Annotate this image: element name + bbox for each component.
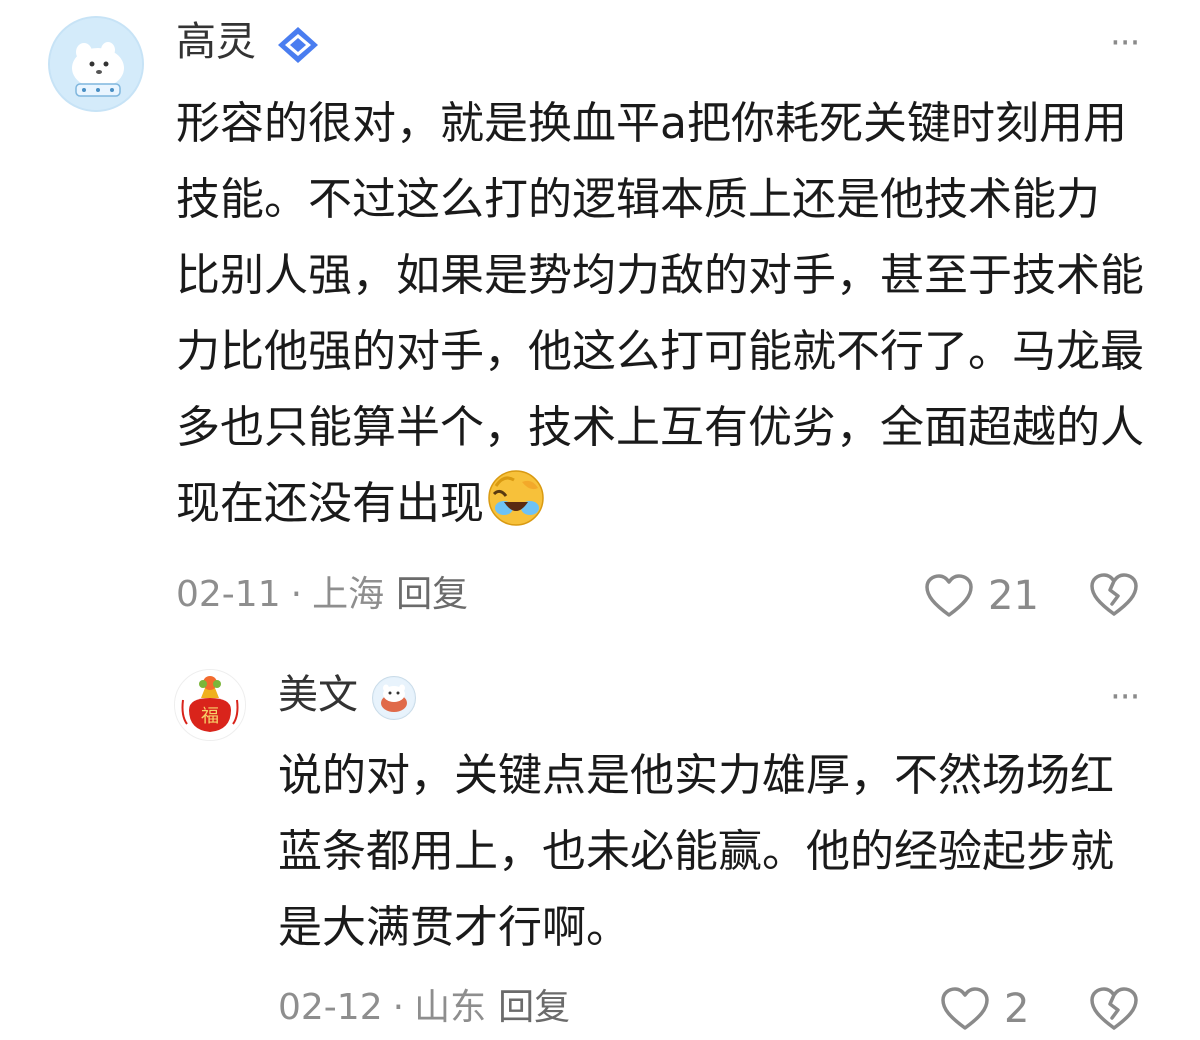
dislike-button[interactable] [1088, 570, 1140, 620]
bear-badge-icon [372, 676, 416, 720]
broken-heart-icon [1090, 987, 1138, 1030]
comment-date: 02-12 [278, 987, 383, 1028]
meta-separator: · [392, 987, 405, 1028]
dislike-button[interactable] [1088, 984, 1140, 1034]
comment-line: 力比他强的对手，他这么打可能就不行了。马龙最 [176, 326, 1144, 377]
comment-line: 蓝条都用上，也未必能赢。他的经验起步就 [278, 826, 1114, 877]
comment-line: 说的对，关键点是他实力雄厚，不然场场红 [278, 750, 1114, 801]
comment-text: 说的对，关键点是他实力雄厚，不然场场红 蓝条都用上，也未必能赢。他的经验起步就 … [278, 738, 1168, 966]
meta-separator: · [290, 574, 303, 615]
comment-line: 形容的很对，就是换血平a把你耗死关键时刻用用 [176, 98, 1127, 149]
comment-location: 山东 [414, 987, 487, 1028]
comment-meta: 02-11 · 上海 回复 [176, 577, 468, 613]
verified-diamond-icon [274, 25, 322, 65]
broken-heart-icon [1090, 573, 1138, 616]
comment-text: 形容的很对，就是换血平a把你耗死关键时刻用用 技能。不过这么打的逻辑本质上还是他… [176, 86, 1166, 552]
like-count: 21 [988, 573, 1039, 619]
comment-location: 上海 [312, 574, 385, 615]
comment-line: 现在还没有出现 [176, 478, 484, 529]
comment-meta: 02-12 · 山东 回复 [278, 990, 570, 1026]
author-name[interactable]: 高灵 [176, 22, 256, 62]
like-count: 2 [1004, 986, 1030, 1032]
more-options-icon[interactable]: ··· [1110, 26, 1140, 60]
heart-icon [925, 574, 973, 617]
heart-icon [941, 987, 989, 1030]
reply-button[interactable]: 回复 [396, 574, 468, 615]
like-button[interactable] [940, 986, 990, 1032]
laughing-crying-emoji-icon [486, 468, 546, 552]
avatar-fu-text: 福 [201, 706, 219, 727]
comment-date: 02-11 [176, 574, 281, 615]
reply-button[interactable]: 回复 [498, 987, 570, 1028]
avatar[interactable]: 福 [174, 669, 246, 741]
comment-line: 是大满贯才行啊。 [278, 902, 630, 953]
author-name[interactable]: 美文 [278, 675, 358, 715]
fortune-bag-avatar-icon: 福 [175, 670, 245, 740]
like-button[interactable] [924, 573, 974, 619]
comment-last-line: 现在还没有出现 [176, 466, 1166, 552]
comment-line: 多也只能算半个，技术上互有优劣，全面超越的人 [176, 402, 1144, 453]
polar-bear-avatar-icon [50, 18, 142, 110]
more-options-icon[interactable]: ··· [1110, 680, 1140, 714]
comment-line: 技能。不过这么打的逻辑本质上还是他技术能力 [176, 174, 1100, 225]
avatar[interactable] [48, 16, 144, 112]
comment-line: 比别人强，如果是势均力敌的对手，甚至于技术能 [176, 250, 1144, 301]
